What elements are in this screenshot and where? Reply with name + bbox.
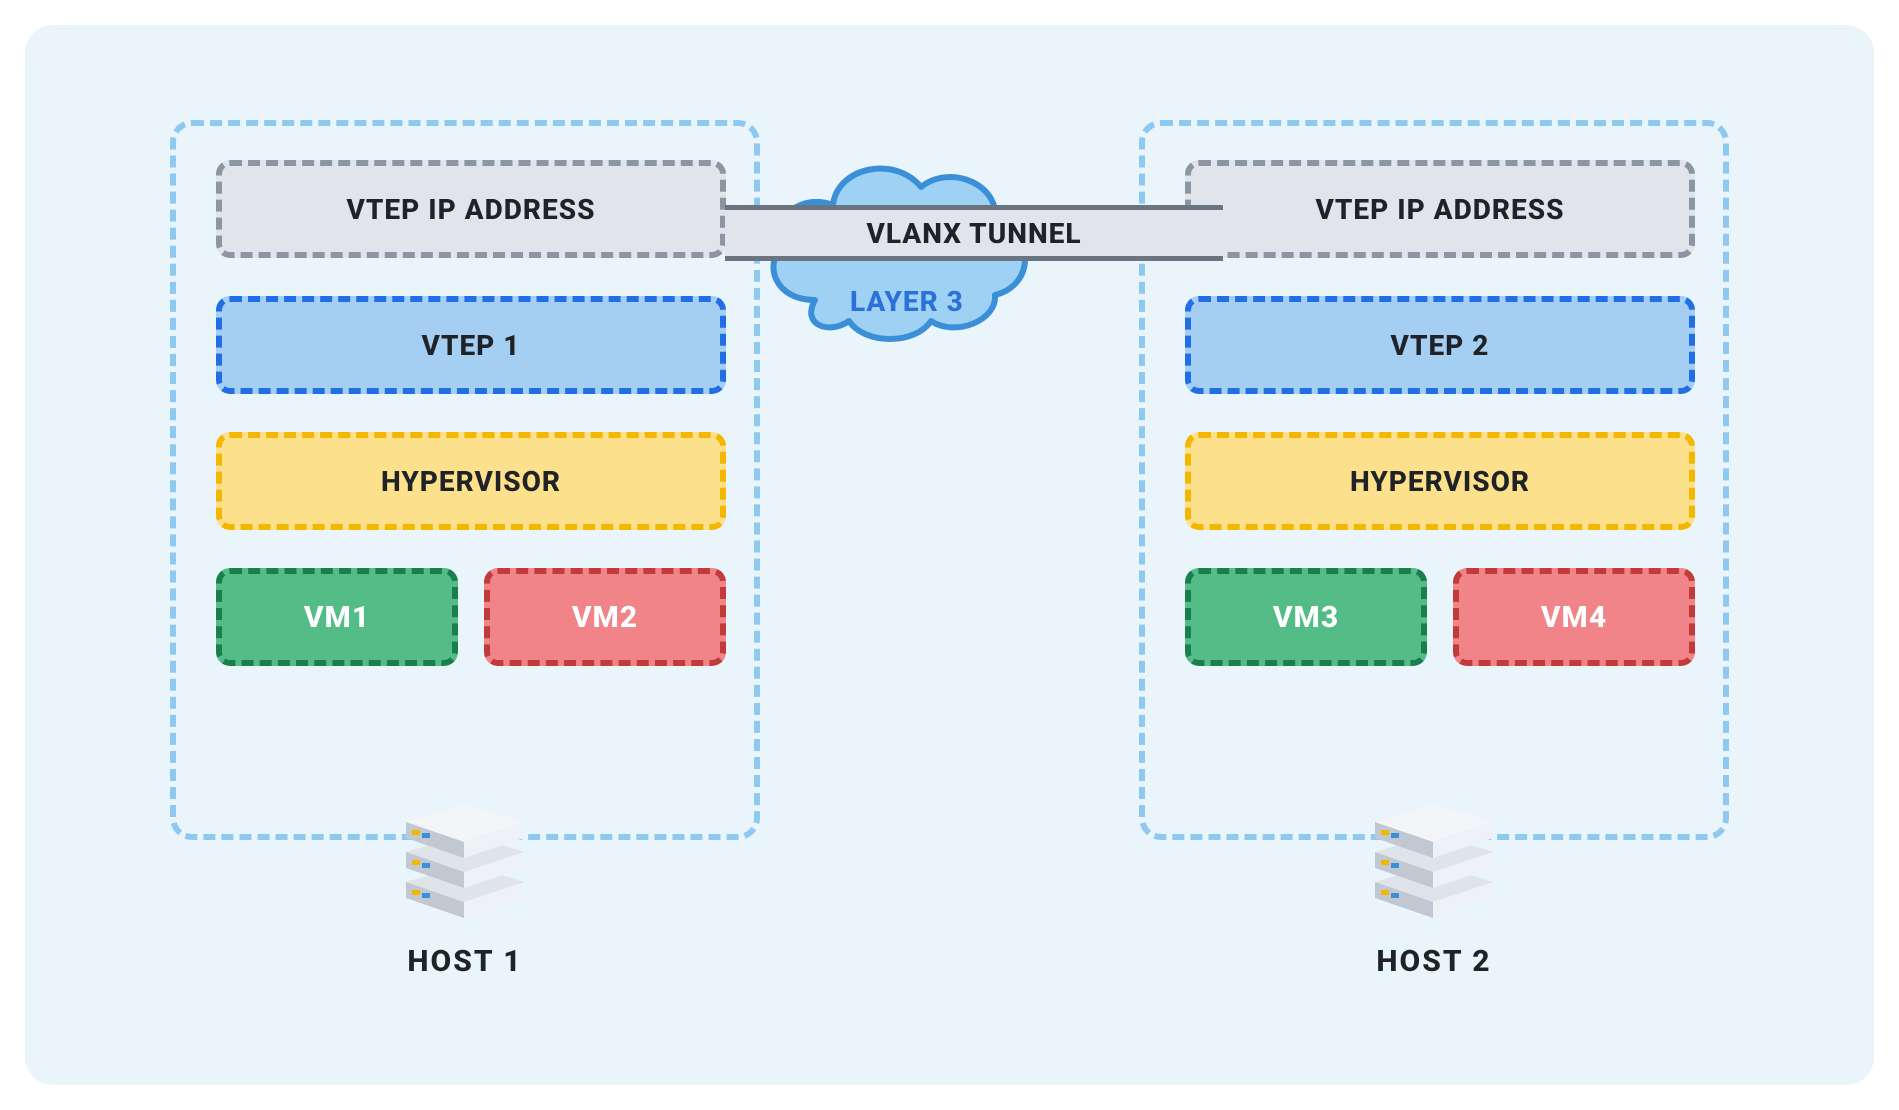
tunnel-label: VLANX TUNNEL [866, 217, 1081, 250]
host1-vtep-label: VTEP 1 [422, 329, 521, 362]
host-1-container: VTEP IP ADDRESS VTEP 1 HYPERVISOR VM1 VM… [170, 120, 760, 840]
host1-vm2-label: VM2 [572, 600, 638, 635]
server-icon [1359, 790, 1509, 920]
host1-label: HOST 1 [407, 944, 522, 979]
host1-vm1: VM1 [216, 568, 458, 666]
host2-hypervisor-label: HYPERVISOR [1350, 465, 1530, 498]
host-2-container: VTEP IP ADDRESS VTEP 2 HYPERVISOR VM3 VM… [1139, 120, 1729, 840]
host2-vm4-label: VM4 [1541, 600, 1607, 635]
host2-vtep: VTEP 2 [1185, 296, 1695, 394]
host2-server: HOST 2 [1359, 790, 1509, 979]
host2-vtep-label: VTEP 2 [1391, 329, 1490, 362]
host1-vm1-label: VM1 [304, 600, 370, 635]
host1-hypervisor: HYPERVISOR [216, 432, 726, 530]
vlanx-tunnel-bar: VLANX TUNNEL [725, 205, 1223, 261]
diagram-canvas: VLANX TUNNEL LAYER 3 VTEP IP ADDRESS VTE… [0, 0, 1899, 1110]
host2-vtep-ip-address: VTEP IP ADDRESS [1185, 160, 1695, 258]
host1-server: HOST 1 [390, 790, 540, 979]
host2-hypervisor: HYPERVISOR [1185, 432, 1695, 530]
host2-vm4: VM4 [1453, 568, 1695, 666]
server-icon [390, 790, 540, 920]
host1-hypervisor-label: HYPERVISOR [381, 465, 561, 498]
diagram-panel: VLANX TUNNEL LAYER 3 VTEP IP ADDRESS VTE… [25, 25, 1874, 1085]
layer3-label: LAYER 3 [850, 285, 964, 318]
host1-vm2: VM2 [484, 568, 726, 666]
host1-vm-row: VM1 VM2 [216, 568, 726, 666]
host2-vm3: VM3 [1185, 568, 1427, 666]
host2-vm-row: VM3 VM4 [1185, 568, 1695, 666]
host2-vtep-ip-label: VTEP IP ADDRESS [1316, 193, 1565, 226]
host1-vtep: VTEP 1 [216, 296, 726, 394]
host1-vtep-ip-label: VTEP IP ADDRESS [347, 193, 596, 226]
host2-vm3-label: VM3 [1273, 600, 1339, 635]
host1-vtep-ip-address: VTEP IP ADDRESS [216, 160, 726, 258]
host2-label: HOST 2 [1376, 944, 1491, 979]
